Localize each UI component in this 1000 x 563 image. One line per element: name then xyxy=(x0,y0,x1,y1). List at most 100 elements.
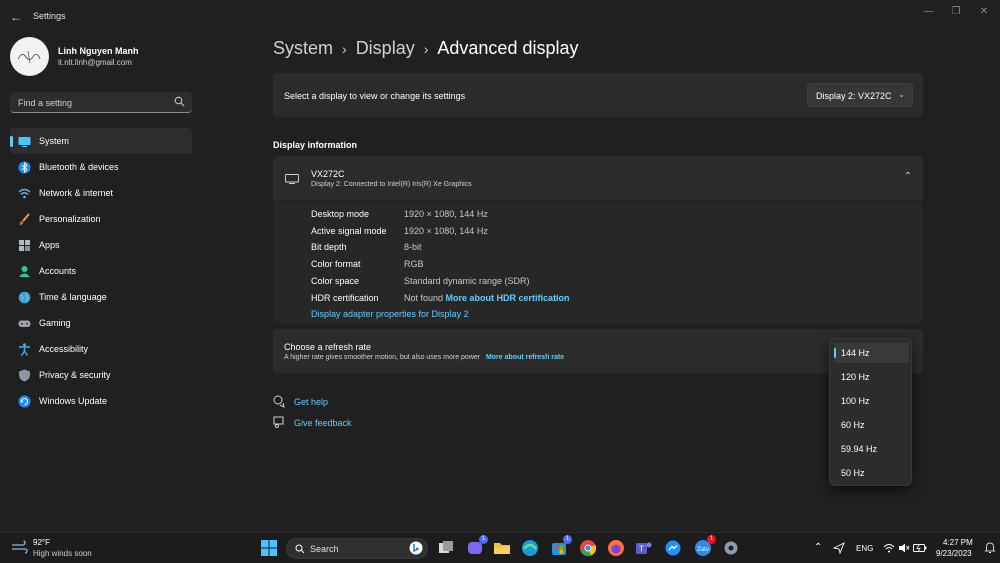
system-icon xyxy=(18,137,31,147)
breadcrumb-system[interactable]: System xyxy=(273,38,333,58)
messenger-icon[interactable] xyxy=(663,538,683,558)
breadcrumb-display[interactable]: Display xyxy=(356,38,415,58)
hdr-status: Not found xyxy=(404,293,444,303)
sidebar-item-label: Bluetooth & devices xyxy=(39,162,119,172)
sidebar-item-system[interactable]: System xyxy=(10,128,192,154)
title-bar: ← Settings — ❐ ✕ xyxy=(0,0,1000,32)
display-dropdown-value: Display 2: VX272C xyxy=(816,91,892,101)
chevron-up-icon[interactable]: ⌃ xyxy=(904,171,912,182)
breadcrumb: System › Display › Advanced display xyxy=(273,38,578,59)
info-value: 8-bit xyxy=(404,242,422,252)
refresh-option-144[interactable]: 144 Hz xyxy=(834,343,909,363)
sidebar-item-label: Time & language xyxy=(39,292,107,302)
refresh-option-59-94[interactable]: 59.94 Hz xyxy=(834,439,909,459)
option-label: 59.94 Hz xyxy=(841,444,878,454)
minimize-icon[interactable]: — xyxy=(922,6,936,20)
search-input[interactable]: Find a setting xyxy=(10,92,192,113)
clock-time[interactable]: 4:27 PM xyxy=(943,538,973,547)
language-indicator[interactable]: ENG xyxy=(856,544,873,553)
monitor-icon xyxy=(285,174,299,184)
info-value: Standard dynamic range (SDR) xyxy=(404,276,530,286)
maximize-icon[interactable]: ❐ xyxy=(949,6,963,20)
refresh-option-100[interactable]: 100 Hz xyxy=(834,391,909,411)
teams-icon[interactable]: T xyxy=(634,538,654,558)
refresh-rate-card: Choose a refresh rate A higher rate give… xyxy=(273,329,923,373)
sidebar-item-privacy[interactable]: Privacy & security xyxy=(10,362,192,388)
monitor-connection: Display 2: Connected to Intel(R) Iris(R)… xyxy=(311,181,472,188)
wind-icon[interactable] xyxy=(11,540,28,554)
sidebar-item-time-language[interactable]: Time & language xyxy=(10,284,192,310)
notification-bell-icon[interactable] xyxy=(984,542,996,554)
settings-gear-icon[interactable] xyxy=(721,538,741,558)
info-label: Bit depth xyxy=(311,242,347,252)
battery-icon[interactable] xyxy=(913,542,927,554)
sidebar-item-personalization[interactable]: Personalization xyxy=(10,206,192,232)
get-help-label: Get help xyxy=(294,397,329,407)
refresh-rate-title: Choose a refresh rate xyxy=(284,342,372,352)
option-label: 60 Hz xyxy=(841,420,865,430)
volume-muted-icon[interactable] xyxy=(898,542,910,554)
zalo-icon[interactable]: Zalo 1 xyxy=(693,535,716,558)
sidebar-item-accessibility[interactable]: Accessibility xyxy=(10,336,192,362)
sidebar-item-bluetooth[interactable]: Bluetooth & devices xyxy=(10,154,192,180)
info-label: Active signal mode xyxy=(311,226,387,236)
teams-badge: 1 xyxy=(479,535,488,544)
refresh-option-120[interactable]: 120 Hz xyxy=(834,367,909,387)
sidebar-item-gaming[interactable]: Gaming xyxy=(10,310,192,336)
file-explorer-icon[interactable] xyxy=(492,538,512,558)
clock-date[interactable]: 9/23/2023 xyxy=(936,549,972,558)
windows-start-icon[interactable] xyxy=(259,538,279,558)
refresh-rate-link[interactable]: More about refresh rate xyxy=(486,354,564,361)
option-label: 100 Hz xyxy=(841,396,870,406)
chevron-right-icon: › xyxy=(342,41,347,57)
sidebar-item-windows-update[interactable]: Windows Update xyxy=(10,388,192,414)
refresh-option-50[interactable]: 50 Hz xyxy=(834,463,909,483)
sidebar-item-network[interactable]: Network & internet xyxy=(10,180,192,206)
chrome-icon[interactable] xyxy=(578,538,598,558)
sidebar-item-apps[interactable]: Apps xyxy=(10,232,192,258)
taskbar: 92°F High winds soon Search 1 1 T Zalo 1… xyxy=(0,532,1000,563)
hdr-certification-link[interactable]: More about HDR certification xyxy=(446,293,570,303)
update-icon xyxy=(18,395,31,408)
profile-name: Linh Nguyen Manh xyxy=(58,46,139,56)
info-label: Color format xyxy=(311,259,361,269)
back-arrow-icon[interactable]: ← xyxy=(10,10,22,24)
chevron-right-icon: › xyxy=(423,41,429,57)
store-icon[interactable]: 1 xyxy=(549,535,572,558)
info-label: HDR certification xyxy=(311,293,379,303)
weather-desc[interactable]: High winds soon xyxy=(33,549,92,558)
refresh-rate-dropdown-menu: 144 Hz 120 Hz 100 Hz 60 Hz 59.94 Hz 50 H… xyxy=(829,338,912,486)
location-icon[interactable] xyxy=(833,542,845,554)
close-icon[interactable]: ✕ xyxy=(977,6,991,20)
svg-text:T: T xyxy=(639,545,644,554)
sidebar-item-accounts[interactable]: Accounts xyxy=(10,258,192,284)
info-value: 1920 × 1080, 144 Hz xyxy=(404,209,488,219)
apps-icon xyxy=(19,240,30,251)
help-icon xyxy=(273,395,285,408)
display-dropdown[interactable]: Display 2: VX272C ⌄ xyxy=(807,83,913,107)
wifi-tray-icon[interactable] xyxy=(883,542,895,554)
taskbar-search[interactable]: Search xyxy=(286,538,428,559)
adapter-properties-link[interactable]: Display adapter properties for Display 2 xyxy=(311,309,469,319)
section-title: Display information xyxy=(273,140,358,150)
sidebar-item-label: Accessibility xyxy=(39,344,89,354)
shield-icon xyxy=(19,369,30,382)
chevron-up-tray-icon[interactable]: ⌃ xyxy=(814,542,822,553)
teams-chat-icon[interactable]: 1 xyxy=(465,535,488,558)
display-select-card: Select a display to view or change its s… xyxy=(273,73,923,117)
sidebar-item-label: Windows Update xyxy=(39,396,108,406)
refresh-option-60[interactable]: 60 Hz xyxy=(834,415,909,435)
info-label: Desktop mode xyxy=(311,209,370,219)
chevron-down-icon: ⌄ xyxy=(898,90,905,99)
wifi-icon xyxy=(18,188,31,199)
display-info-header[interactable]: VX272C Display 2: Connected to Intel(R) … xyxy=(273,156,923,200)
search-placeholder: Find a setting xyxy=(18,98,73,108)
edge-icon[interactable] xyxy=(520,538,540,558)
display-select-label: Select a display to view or change its s… xyxy=(284,91,466,101)
weather-temp[interactable]: 92°F xyxy=(33,538,50,547)
monitor-name: VX272C xyxy=(311,169,345,179)
firefox-icon[interactable] xyxy=(606,538,626,558)
store-badge: 1 xyxy=(563,535,572,544)
avatar[interactable] xyxy=(10,37,49,76)
task-view-icon[interactable] xyxy=(436,538,456,558)
